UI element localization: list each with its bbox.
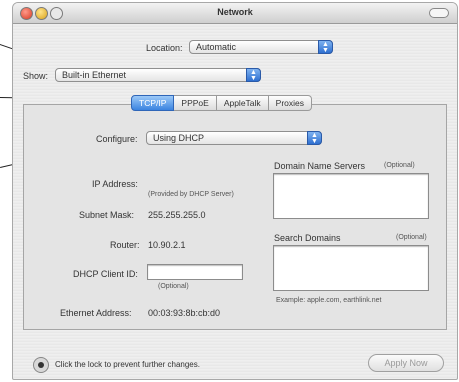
tab-pppoe[interactable]: PPPoE: [174, 95, 217, 111]
router-label: Router:: [110, 240, 140, 250]
search-domains-field[interactable]: [273, 245, 429, 291]
search-domains-example: Example: apple.com, earthlink.net: [276, 297, 382, 304]
ip-address-label: IP Address:: [92, 179, 138, 189]
title-bar: Network: [13, 3, 457, 24]
ethernet-address-label: Ethernet Address:: [60, 308, 132, 318]
ethernet-address-value: 00:03:93:8b:cb:d0: [148, 308, 221, 318]
dns-label: Domain Name Servers: [274, 161, 366, 171]
tab-tcpip[interactable]: TCP/IP: [131, 95, 175, 111]
tab-appletalk[interactable]: AppleTalk: [216, 95, 269, 111]
popup-arrows-icon: ▲ ▼: [246, 68, 261, 82]
dhcp-client-id-note: (Optional): [158, 283, 189, 290]
lock-icon[interactable]: [33, 357, 49, 373]
search-domains-value: [274, 246, 428, 250]
router-value: 10.90.2.1: [148, 240, 186, 250]
dns-servers-field[interactable]: [273, 173, 429, 219]
dhcp-client-id-value: [148, 265, 242, 269]
ip-address-note: (Provided by DHCP Server): [148, 191, 234, 198]
tab-proxies[interactable]: Proxies: [268, 95, 313, 111]
dns-servers-value: [274, 174, 428, 178]
dhcp-client-id-label: DHCP Client ID:: [73, 269, 138, 279]
show-label: Show:: [23, 71, 49, 81]
location-popup[interactable]: Automatic ▲ ▼: [189, 40, 333, 54]
location-label: Location:: [146, 43, 183, 53]
apply-now-button[interactable]: Apply Now: [368, 354, 444, 372]
popup-arrows-icon: ▲ ▼: [307, 131, 322, 145]
toolbar-toggle-button[interactable]: [429, 8, 449, 18]
tcpip-panel: Configure: Using DHCP ▲ ▼ IP Address: (Pr…: [23, 104, 447, 330]
dhcp-client-id-field[interactable]: [147, 264, 243, 280]
show-value: Built-in Ethernet: [62, 70, 127, 80]
dns-optional-note: (Optional): [384, 162, 415, 169]
tab-bar: TCP/IP PPPoE AppleTalk Proxies: [131, 95, 313, 111]
lock-message: Click the lock to prevent further change…: [55, 360, 200, 369]
window-title: Network: [217, 7, 253, 17]
subnet-mask-value: 255.255.255.0: [148, 210, 206, 220]
configure-popup[interactable]: Using DHCP ▲ ▼: [146, 131, 322, 145]
search-domains-optional-note: (Optional): [396, 234, 427, 241]
configure-value: Using DHCP: [153, 133, 205, 143]
popup-arrows-icon: ▲ ▼: [318, 40, 333, 54]
configure-label: Configure:: [96, 134, 138, 144]
network-window: Network Location: Automatic ▲ ▼ Show: Bui…: [12, 2, 458, 380]
subnet-mask-label: Subnet Mask:: [79, 210, 135, 220]
location-value: Automatic: [196, 42, 237, 52]
show-popup[interactable]: Built-in Ethernet ▲ ▼: [55, 68, 261, 82]
search-domains-label: Search Domains: [274, 233, 341, 243]
